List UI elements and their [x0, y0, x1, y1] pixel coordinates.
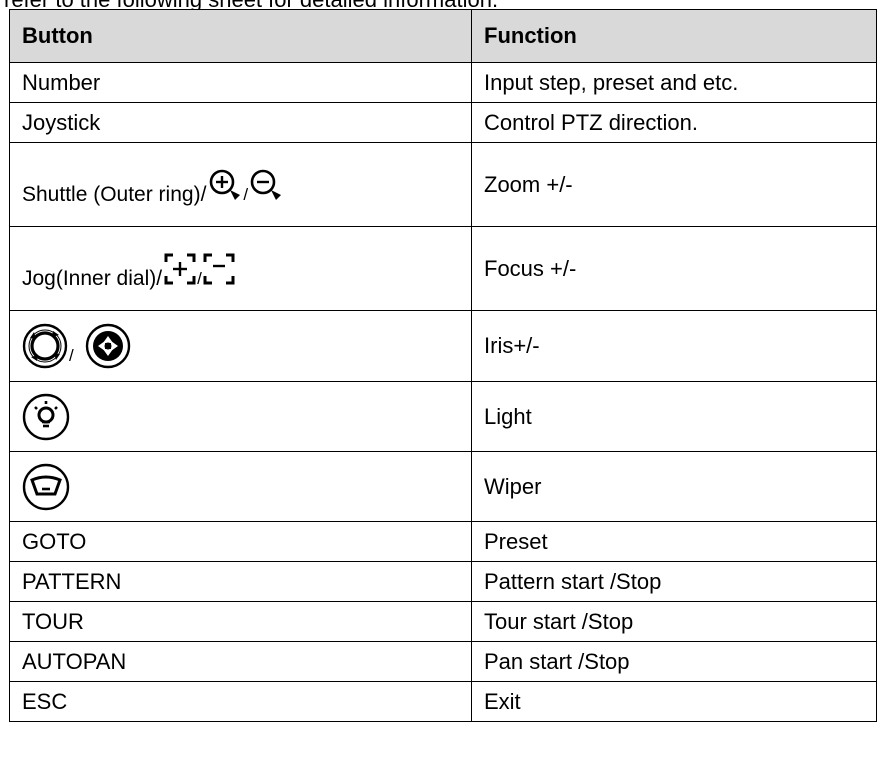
focus-far-icon: [203, 253, 235, 285]
focus-near-icon: [164, 253, 196, 285]
table-row: PATTERN Pattern start /Stop: [9, 561, 877, 602]
separator: /: [243, 184, 249, 204]
zoom-out-icon: [249, 168, 283, 202]
button-cell: GOTO: [9, 521, 472, 562]
function-cell: Pattern start /Stop: [471, 561, 877, 602]
function-cell: Iris+/-: [471, 310, 877, 382]
table-row: / Iris+/-: [9, 310, 877, 382]
button-cell: Number: [9, 62, 472, 103]
separator: /: [69, 346, 74, 365]
table-row: TOUR Tour start /Stop: [9, 601, 877, 642]
button-cell: TOUR: [9, 601, 472, 642]
function-cell: Pan start /Stop: [471, 641, 877, 682]
wiper-icon: [22, 463, 471, 511]
function-cell: Light: [471, 381, 877, 452]
button-label: Shuttle (Outer ring)/: [22, 182, 207, 206]
button-cell: AUTOPAN: [9, 641, 472, 682]
button-cell: Jog(Inner dial)/ /: [9, 226, 472, 311]
table-row: AUTOPAN Pan start /Stop: [9, 641, 877, 682]
table-row: GOTO Preset: [9, 521, 877, 562]
table-row: Light: [9, 381, 877, 452]
function-cell: Input step, preset and etc.: [471, 62, 877, 103]
function-cell: Exit: [471, 681, 877, 722]
table-row: ESC Exit: [9, 681, 877, 722]
table-row: Joystick Control PTZ direction.: [9, 102, 877, 143]
iris-open-icon: [22, 323, 68, 369]
function-cell: Wiper: [471, 451, 877, 522]
light-bulb-icon: [22, 393, 471, 441]
iris-close-icon: [85, 323, 131, 369]
separator: /: [197, 268, 202, 288]
function-cell: Tour start /Stop: [471, 601, 877, 642]
button-cell: Shuttle (Outer ring)/ /: [9, 142, 472, 227]
function-cell: Control PTZ direction.: [471, 102, 877, 143]
button-cell: [9, 451, 472, 522]
table-row: Shuttle (Outer ring)/ / Zoom +/-: [9, 142, 877, 227]
table-row: Wiper: [9, 451, 877, 522]
table-row: Jog(Inner dial)/ / Focus +/-: [9, 226, 877, 311]
button-function-table: Button Function Number Input step, prese…: [9, 9, 877, 722]
button-cell: PATTERN: [9, 561, 472, 602]
table-header-row: Button Function: [9, 9, 877, 63]
function-cell: Zoom +/-: [471, 142, 877, 227]
button-cell: /: [9, 310, 472, 382]
table-row: Number Input step, preset and etc.: [9, 62, 877, 103]
zoom-in-icon: [208, 168, 242, 202]
function-cell: Focus +/-: [471, 226, 877, 311]
function-cell: Preset: [471, 521, 877, 562]
button-label: Jog(Inner dial)/: [22, 266, 163, 290]
header-function: Function: [471, 9, 877, 63]
header-button: Button: [9, 9, 472, 63]
button-cell: Joystick: [9, 102, 472, 143]
button-cell: [9, 381, 472, 452]
button-cell: ESC: [9, 681, 472, 722]
